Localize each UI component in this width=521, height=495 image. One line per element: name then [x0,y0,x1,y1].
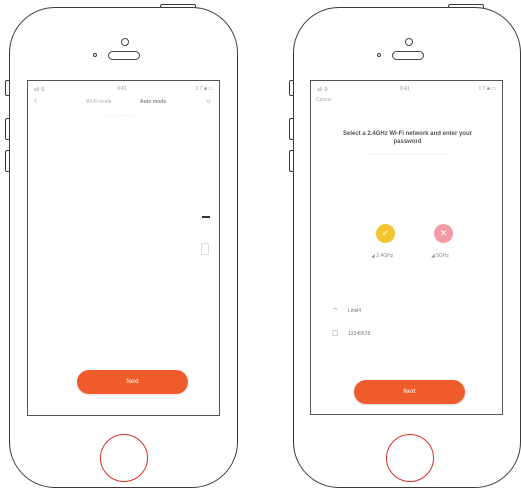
wifi-signal-icon: ◢ [431,253,435,259]
next-button[interactable]: Next [77,370,188,394]
earpiece-speaker [108,51,140,60]
freq-ok-label: ◢ 2.4GHz [371,253,393,259]
home-button[interactable] [100,434,148,482]
wifi-name-field[interactable]: Linkl4 [348,308,361,314]
back-icon[interactable]: ‹ [34,95,37,105]
signal-indicator: all 令 [317,87,329,93]
wifi-signal-icon: ◢ [371,253,375,259]
clock: 9:41 [117,86,127,92]
password-field[interactable]: 12345678 [348,331,370,337]
page-title: Select a 2.4GHz Wi-Fi network and enter … [343,131,472,145]
tab-auto-mode[interactable]: Auto mode [140,99,166,105]
status-bar: all 令 9:41 1 7 ■ ▭ [311,81,502,95]
next-button[interactable]: Next [354,380,465,404]
front-camera [405,38,413,46]
wifi-icon: ⌔ [332,308,339,315]
scan-icon[interactable]: ⌗ [206,97,211,107]
right-phone-frame: all 令 9:41 1 7 ■ ▭ Cancel Select a 2.4GH… [293,7,521,488]
tab-wifi-mode[interactable]: Wi-Fi mode [86,99,112,105]
earpiece-speaker [392,51,424,60]
signal-indicator: all 令 [34,87,46,93]
clock: 9:41 [400,86,410,92]
header-subtitle: …………… [106,112,136,118]
freq-bad-label: ◢ 5GHz [431,253,449,259]
front-camera [121,38,129,46]
proximity-sensor [93,53,97,57]
right-screen: all 令 9:41 1 7 ■ ▭ Cancel Select a 2.4GH… [310,80,503,415]
help-subtitle: ……… ………… ……… ……… …… [367,151,448,157]
status-bar: all 令 9:41 1 7 ■ ▭ [28,81,219,95]
freq-bad-icon: ✕ [434,224,453,243]
cancel-link[interactable]: Cancel [316,97,332,103]
home-button[interactable] [386,434,434,482]
left-phone-frame: all 令 9:41 1 7 ■ ▭ ‹ Wi-Fi mode Auto mod… [9,7,238,488]
freq-ok-text: 2.4GHz [376,253,394,259]
proximity-sensor [377,53,381,57]
battery-indicator: 1 7 ■ ▭ [478,86,496,92]
left-screen: all 令 9:41 1 7 ■ ▭ ‹ Wi-Fi mode Auto mod… [27,80,220,416]
password-icon: ▢ [332,330,339,337]
scroll-indicator [202,216,210,218]
scroll-thumb [201,243,209,255]
battery-indicator: 1 7 ■ ▭ [195,86,213,92]
freq-ok-icon: ✓ [376,224,395,243]
freq-bad-text: 5GHz [436,253,450,259]
